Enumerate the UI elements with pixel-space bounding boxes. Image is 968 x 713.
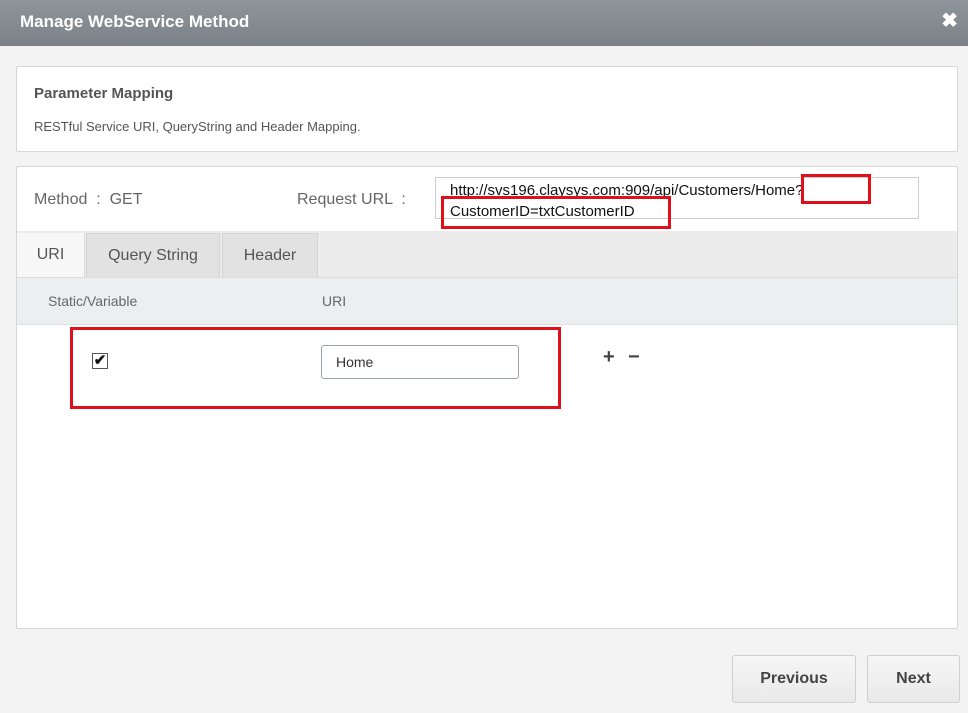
highlight-box-url-home [801,174,871,204]
remove-row-icon[interactable]: − [628,347,640,367]
section-title: Parameter Mapping [34,85,174,102]
next-button[interactable]: Next [867,655,960,703]
parameter-mapping-card: Parameter Mapping RESTful Service URI, Q… [16,66,958,152]
dialog-titlebar: Manage WebService Method ✖ [0,0,968,46]
add-row-icon[interactable]: + [603,347,615,367]
tab-uri[interactable]: URI [17,233,85,277]
close-icon[interactable]: ✖ [941,10,958,32]
tab-header[interactable]: Header [222,233,318,277]
method-label: Method : GET [34,191,143,208]
section-description: RESTful Service URI, QueryString and Hea… [34,119,361,134]
dialog-title: Manage WebService Method [20,12,250,31]
highlight-box-uri-row [70,327,561,409]
request-url-label: Request URL : [297,191,406,208]
column-header-uri: URI [322,293,347,309]
tab-bar: URI Query String Header [17,231,957,278]
highlight-box-url-query [441,196,671,229]
tab-query-string[interactable]: Query String [86,233,220,277]
previous-button[interactable]: Previous [732,655,856,703]
table-header: Static/Variable URI [17,278,957,325]
column-header-static-variable: Static/Variable [48,293,138,309]
